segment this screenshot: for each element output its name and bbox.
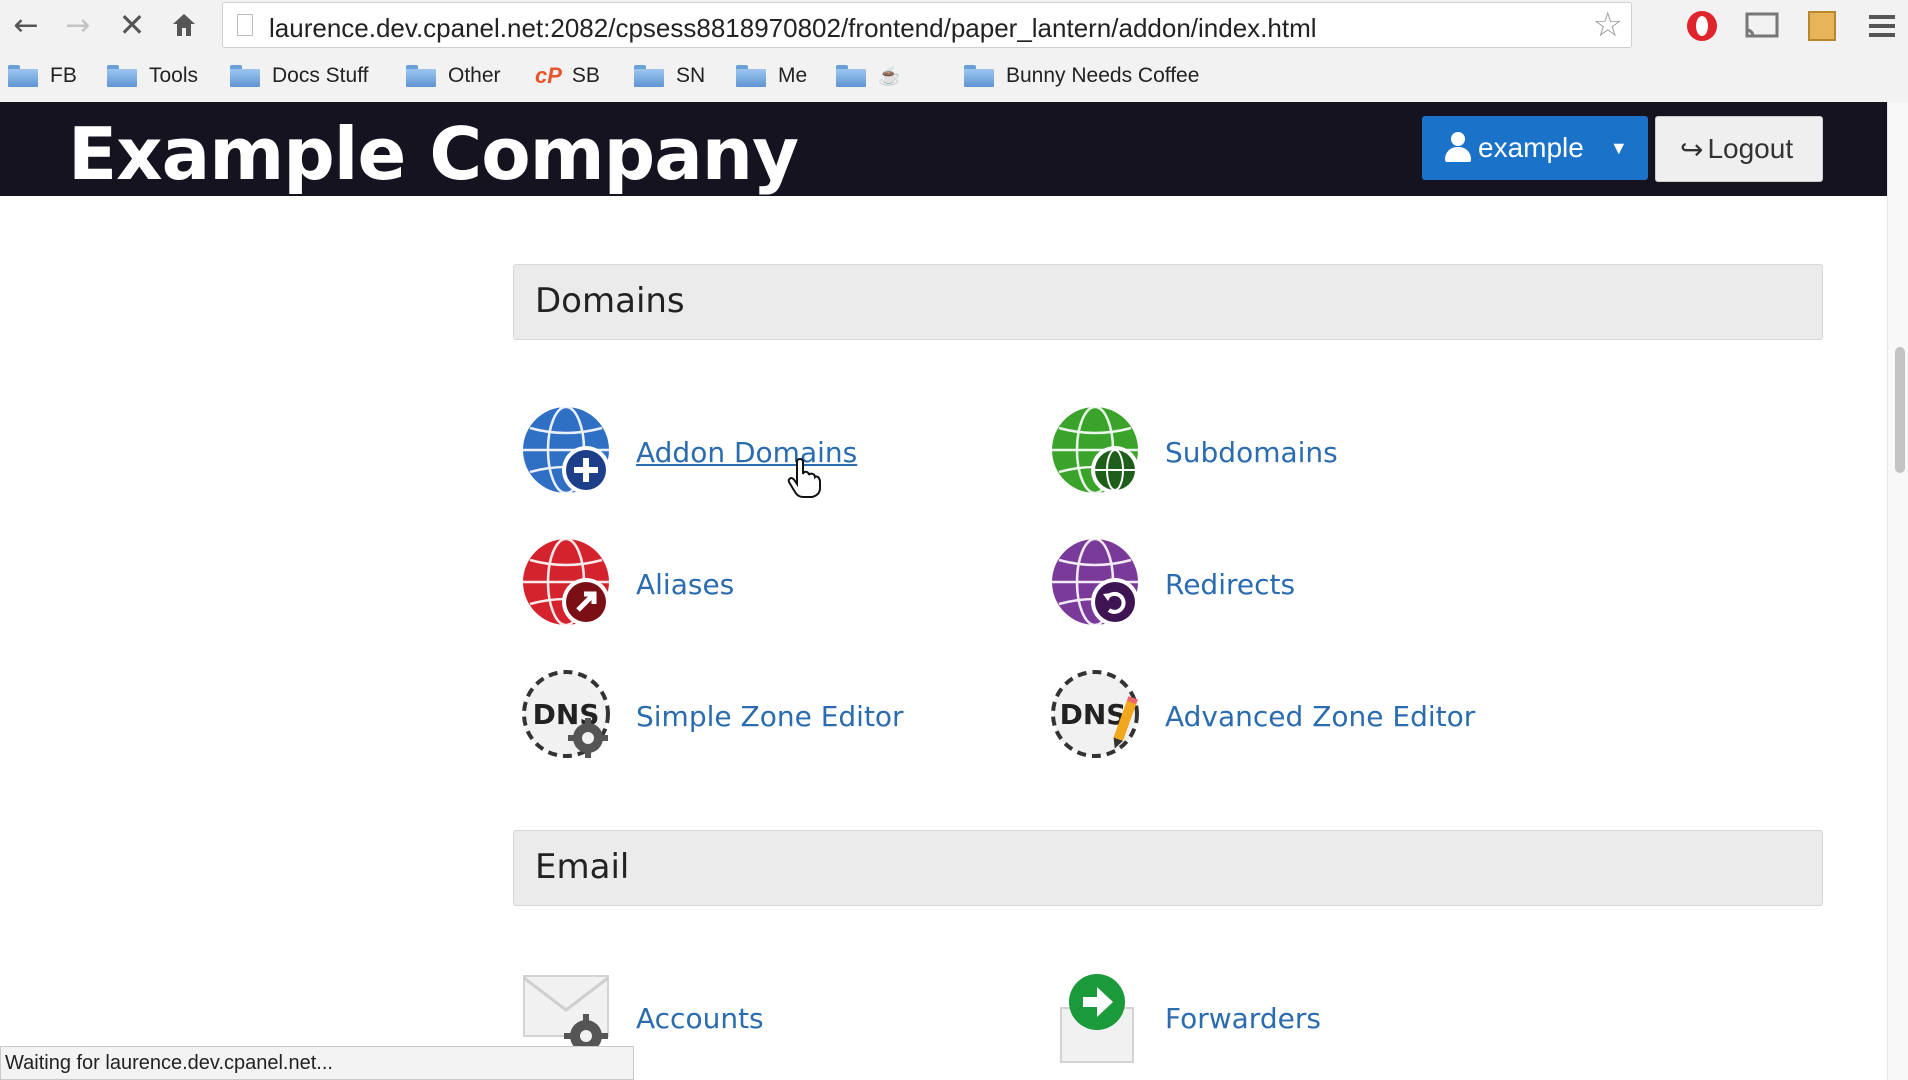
url-text[interactable]: laurence.dev.cpanel.net:2082/cpsess88189… bbox=[269, 13, 1317, 44]
forward-arrow-icon[interactable]: → bbox=[60, 7, 96, 43]
bookmark-star-icon[interactable]: ☆ bbox=[1593, 5, 1623, 45]
email-accounts-label[interactable]: Accounts bbox=[636, 1002, 764, 1035]
notes-extension-icon[interactable] bbox=[1802, 6, 1842, 46]
user-icon bbox=[1444, 132, 1472, 164]
globe-redirect-icon bbox=[1052, 538, 1139, 627]
globe-arrow-icon bbox=[523, 538, 610, 627]
browser-toolbar: ← → ✕ laurence.dev.cpanel.net:2082/cpses… bbox=[0, 0, 1908, 50]
page-scrollbar-track[interactable] bbox=[1887, 102, 1908, 1080]
hand-cursor-icon bbox=[787, 458, 821, 498]
logout-icon: ↪ bbox=[1680, 132, 1704, 166]
dns-gear-icon: DNS bbox=[522, 670, 610, 758]
coffee-cup-icon: ☕ bbox=[878, 65, 901, 86]
back-arrow-icon[interactable]: ← bbox=[8, 7, 44, 43]
addon-domains-label[interactable]: Addon Domains bbox=[636, 436, 857, 469]
globe-sub-icon bbox=[1052, 406, 1139, 495]
bookmark-tools[interactable]: Tools bbox=[107, 62, 198, 90]
user-name: example bbox=[1478, 132, 1584, 163]
folder-icon bbox=[736, 65, 766, 87]
section-domains-header[interactable]: Domains bbox=[513, 264, 1823, 340]
envelope-forward-icon bbox=[1060, 974, 1134, 1063]
caret-down-icon: ▼ bbox=[1609, 137, 1628, 158]
bookmarks-bar: FB Tools Docs Stuff Other cP SB SN Me ☕ B… bbox=[0, 50, 1908, 103]
aliases-link[interactable]: Aliases bbox=[522, 538, 734, 630]
home-icon[interactable] bbox=[166, 7, 202, 43]
logout-button[interactable]: ↪ Logout bbox=[1655, 116, 1823, 182]
folder-icon bbox=[8, 65, 38, 87]
redirects-label[interactable]: Redirects bbox=[1165, 568, 1295, 601]
folder-icon bbox=[634, 65, 664, 87]
bookmark-bunny-needs-coffee[interactable]: Bunny Needs Coffee bbox=[964, 62, 1199, 90]
folder-icon bbox=[406, 65, 436, 87]
bookmark-coffee-folder[interactable]: ☕ bbox=[836, 62, 900, 90]
cast-icon[interactable] bbox=[1742, 6, 1782, 46]
bookmark-me[interactable]: Me bbox=[736, 62, 807, 90]
advanced-zone-editor-link[interactable]: DNS Advanced Zone Editor bbox=[1051, 670, 1475, 762]
globe-plus-icon bbox=[523, 406, 610, 495]
bookmark-fb[interactable]: FB bbox=[8, 62, 77, 90]
subdomains-label[interactable]: Subdomains bbox=[1165, 436, 1338, 469]
folder-icon bbox=[107, 65, 137, 87]
browser-status-text: Waiting for laurence.dev.cpanel.net... bbox=[0, 1046, 634, 1080]
opera-extension-icon[interactable] bbox=[1682, 6, 1722, 46]
page-icon bbox=[237, 14, 253, 36]
advanced-zone-editor-label[interactable]: Advanced Zone Editor bbox=[1165, 700, 1475, 733]
subdomains-link[interactable]: Subdomains bbox=[1051, 406, 1338, 498]
company-title: Example Company bbox=[68, 112, 799, 196]
redirects-link[interactable]: Redirects bbox=[1051, 538, 1295, 630]
forwarders-label[interactable]: Forwarders bbox=[1165, 1002, 1321, 1035]
cpanel-header: Example Company example ▼ ↪ Logout bbox=[0, 102, 1887, 196]
cpanel-icon: cP bbox=[535, 63, 562, 88]
bookmark-other[interactable]: Other bbox=[406, 62, 501, 90]
bookmark-sb[interactable]: cP SB bbox=[535, 62, 600, 90]
forwarders-link[interactable]: Forwarders bbox=[1051, 972, 1321, 1064]
dns-pencil-icon: DNS bbox=[1051, 670, 1139, 758]
bookmark-docs-stuff[interactable]: Docs Stuff bbox=[230, 62, 369, 90]
aliases-label[interactable]: Aliases bbox=[636, 568, 734, 601]
address-bar[interactable]: laurence.dev.cpanel.net:2082/cpsess88189… bbox=[222, 2, 1632, 48]
simple-zone-editor-label[interactable]: Simple Zone Editor bbox=[636, 700, 904, 733]
menu-icon[interactable] bbox=[1862, 6, 1902, 46]
simple-zone-editor-link[interactable]: DNS Simple Zone Editor bbox=[522, 670, 904, 762]
page-scrollbar-thumb[interactable] bbox=[1895, 347, 1905, 473]
stop-icon[interactable]: ✕ bbox=[114, 6, 150, 44]
folder-icon bbox=[230, 65, 260, 87]
bookmark-sn[interactable]: SN bbox=[634, 62, 705, 90]
folder-icon bbox=[836, 65, 866, 87]
svg-text:DNS: DNS bbox=[1060, 698, 1127, 731]
user-menu-button[interactable]: example ▼ bbox=[1422, 116, 1648, 180]
section-email-header[interactable]: Email bbox=[513, 830, 1823, 906]
folder-icon bbox=[964, 65, 994, 87]
